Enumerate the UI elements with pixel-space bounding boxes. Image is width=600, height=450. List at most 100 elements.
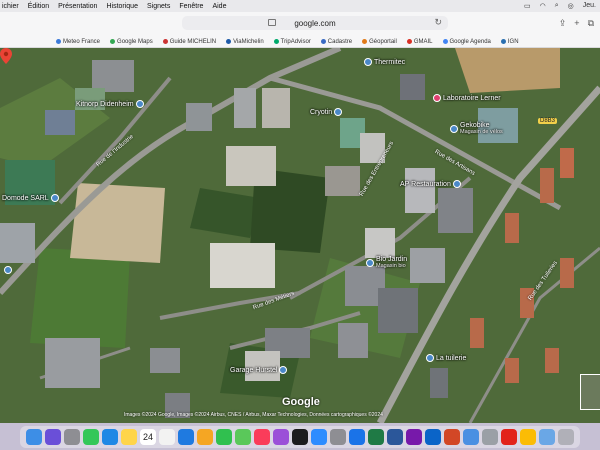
- dock-finder2-icon[interactable]: [463, 428, 479, 445]
- dock-settings-icon[interactable]: [330, 428, 346, 445]
- menu-window[interactable]: Fenêtre: [179, 3, 203, 10]
- dock-chrome-icon[interactable]: [520, 428, 536, 445]
- bike-pin-icon: [450, 124, 458, 133]
- dock-mail-icon[interactable]: [102, 428, 118, 445]
- food-pin-icon: [452, 180, 461, 188]
- new-tab-icon[interactable]: +: [574, 18, 579, 29]
- shop-pin-icon: [366, 258, 374, 267]
- dock-launchpad-icon[interactable]: [64, 428, 80, 445]
- dock-excel-icon[interactable]: [368, 428, 384, 445]
- favicon-icon: [162, 39, 168, 44]
- tab-overview-icon[interactable]: ⧉: [588, 18, 594, 29]
- poi-garage[interactable]: Garage Hurstel: [230, 366, 288, 374]
- dock-onenote-icon[interactable]: [406, 428, 422, 445]
- dock-outlook-icon[interactable]: [425, 428, 441, 445]
- reload-icon[interactable]: ↻: [434, 17, 442, 28]
- clock[interactable]: Jeu.: [583, 2, 596, 10]
- favicon-icon: [406, 39, 412, 44]
- bookmark-label: Géoportail: [369, 38, 397, 45]
- dock-calendar-icon[interactable]: 24: [140, 428, 156, 445]
- dock-trash-icon[interactable]: [558, 428, 574, 445]
- browser-toolbar: google.com ↻ ⇪ + ⧉: [0, 12, 600, 36]
- bookmark-label: Cadastre: [327, 38, 353, 45]
- bookmark-item[interactable]: ViaMichelin: [226, 39, 264, 45]
- poi-tuilerie[interactable]: La tuilerie: [426, 354, 466, 362]
- bookmark-label: Google Maps: [117, 38, 153, 45]
- poi-gekobike[interactable]: Gekobike Magasin de vélos: [450, 122, 503, 135]
- bookmark-item[interactable]: Géoportail: [362, 39, 397, 45]
- dock-powerpoint-icon[interactable]: [444, 428, 460, 445]
- menu-items: ichier Édition Présentation Historique S…: [0, 3, 226, 10]
- bookmark-label: IGN: [507, 38, 519, 45]
- dock-notes-icon[interactable]: [121, 428, 137, 445]
- control-center-icon[interactable]: ◎: [568, 2, 574, 10]
- favicon-icon: [110, 39, 116, 44]
- wifi-icon[interactable]: ◠: [540, 2, 546, 10]
- dock-facetime-icon[interactable]: [216, 428, 232, 445]
- dock-appstore-icon[interactable]: [311, 428, 327, 445]
- poi-ap-restauration[interactable]: AP Restauration: [400, 180, 461, 188]
- url-text: google.com: [294, 18, 336, 28]
- place-pin-icon: [334, 108, 343, 116]
- road-badge: D8B3: [538, 118, 558, 124]
- bookmark-item[interactable]: TripAdvisor: [273, 38, 311, 45]
- dock: 24: [0, 423, 600, 450]
- bookmark-item[interactable]: IGN: [500, 38, 519, 45]
- bookmark-label: Meteo France: [63, 38, 101, 45]
- dock-onedrive-icon[interactable]: [349, 428, 365, 445]
- dock-photos-icon[interactable]: [197, 428, 213, 445]
- poi-domode[interactable]: Domode SARL: [2, 194, 59, 202]
- poi-bio-jardin[interactable]: Bio Jardin Magasin bio: [366, 256, 407, 269]
- location-marker-icon[interactable]: [0, 48, 12, 64]
- address-bar[interactable]: google.com ↻: [182, 16, 448, 30]
- menu-view[interactable]: Présentation: [58, 3, 97, 10]
- poi-laboratoire[interactable]: Laboratoire Lerner: [433, 94, 501, 102]
- place-pin-icon: [4, 266, 12, 274]
- share-icon[interactable]: ⇪: [559, 18, 567, 29]
- lock-icon: [268, 19, 276, 26]
- dock-word-icon[interactable]: [387, 428, 403, 445]
- bookmark-item[interactable]: GMAIL: [406, 38, 433, 45]
- dock-siri-icon[interactable]: [45, 428, 61, 445]
- menu-help[interactable]: Aide: [212, 3, 226, 10]
- dock-music-icon[interactable]: [254, 428, 270, 445]
- satellite-map[interactable]: Thermitec Laboratoire Lerner Gekobike Mag…: [0, 48, 600, 423]
- favicon-icon: [442, 39, 448, 44]
- dock-maps-icon[interactable]: [235, 428, 251, 445]
- poi-kitnorp[interactable]: Kitnorp Didenheim: [76, 100, 144, 108]
- bookmark-label: Google Agenda: [449, 38, 491, 45]
- status-area: ▭ ◠ ⌕ ◎ Jeu.: [524, 2, 600, 10]
- dock-podcasts-icon[interactable]: [273, 428, 289, 445]
- bookmark-item[interactable]: Guide MICHELIN: [162, 39, 216, 45]
- poi-thermitec[interactable]: Thermitec: [364, 58, 405, 66]
- bookmark-item[interactable]: Google Agenda: [442, 38, 491, 45]
- menu-file[interactable]: ichier: [2, 3, 19, 10]
- bookmarks-bar: Meteo France Google Maps Guide MICHELIN Via…: [0, 36, 600, 48]
- menu-edit[interactable]: Édition: [28, 3, 49, 10]
- bookmark-label: GMAIL: [413, 38, 433, 45]
- dock-acrobat-icon[interactable]: [501, 428, 517, 445]
- layers-thumbnail[interactable]: [580, 374, 600, 410]
- search-icon[interactable]: ⌕: [555, 2, 559, 10]
- dock-preview-icon[interactable]: [482, 428, 498, 445]
- favicon-icon: [56, 39, 61, 44]
- dock-folder-icon[interactable]: [539, 428, 555, 445]
- poi-cryotin[interactable]: Cryotin: [310, 108, 343, 116]
- dock-tv-icon[interactable]: [292, 428, 308, 445]
- dock-finder-icon[interactable]: [26, 428, 42, 445]
- bookmark-item[interactable]: Cadastre: [320, 38, 353, 45]
- dock-apps: 24: [20, 425, 580, 448]
- favicon-icon: [362, 39, 368, 44]
- bookmark-label: TripAdvisor: [280, 38, 311, 45]
- dock-reminders-icon[interactable]: [159, 428, 175, 445]
- bookmark-item[interactable]: Meteo France: [56, 39, 100, 45]
- bookmark-item[interactable]: Google Maps: [110, 39, 153, 45]
- menu-history[interactable]: Historique: [106, 3, 138, 10]
- place-pin-icon: [135, 100, 144, 108]
- favicon-icon: [226, 39, 232, 44]
- menu-bookmarks[interactable]: Signets: [147, 3, 170, 10]
- battery-icon[interactable]: ▭: [524, 2, 531, 10]
- dock-safari-icon[interactable]: [178, 428, 194, 445]
- poi-unnamed[interactable]: [4, 266, 12, 274]
- dock-messages-icon[interactable]: [83, 428, 99, 445]
